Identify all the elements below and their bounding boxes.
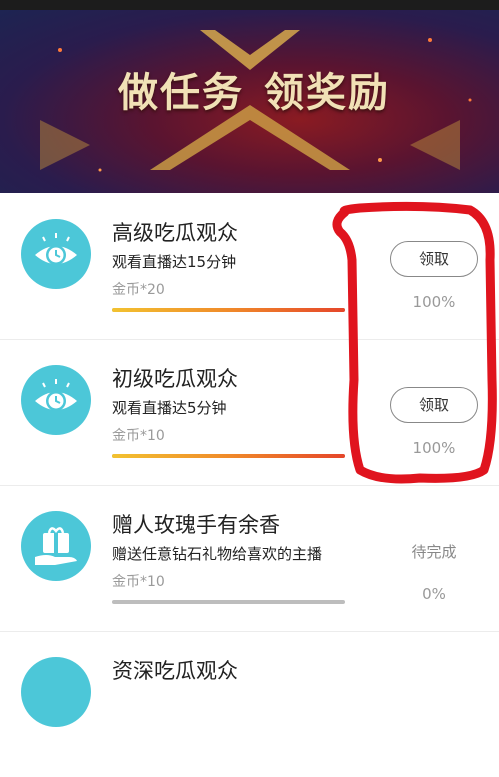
task-title: 高级吃瓜观众 xyxy=(112,221,238,245)
task-item-junior-viewer: 初级吃瓜观众 观看直播达5分钟 金币*10 领取 100% xyxy=(0,339,499,486)
task-progress-percent: 100% xyxy=(412,439,456,457)
task-description: 观看直播达5分钟 xyxy=(112,399,227,417)
task-progress-bar xyxy=(112,454,345,458)
task-title: 资深吃瓜观众 xyxy=(112,659,238,683)
task-title: 初级吃瓜观众 xyxy=(112,367,238,391)
task-icon xyxy=(21,219,91,289)
task-title: 赠人玫瑰手有余香 xyxy=(112,513,280,537)
task-description: 观看直播达15分钟 xyxy=(112,253,237,271)
status-bar xyxy=(0,0,499,10)
gift-hand-icon xyxy=(35,527,77,565)
task-progress-percent: 0% xyxy=(422,585,446,603)
banner-title: 做任务 领奖励 xyxy=(118,60,410,118)
task-item-veteran-viewer: 资深吃瓜观众 xyxy=(0,631,499,777)
task-reward: 金币*20 xyxy=(112,282,165,298)
claim-button[interactable]: 领取 xyxy=(390,387,478,423)
task-item-senior-viewer: 高级吃瓜观众 观看直播达15分钟 金币*20 领取 100% xyxy=(0,193,499,340)
task-reward: 金币*10 xyxy=(112,428,165,444)
task-progress-fill xyxy=(112,308,345,312)
task-description: 赠送任意钻石礼物给喜欢的主播 xyxy=(112,545,323,563)
task-banner: 做任务 领奖励 xyxy=(0,10,499,193)
task-item-send-gift: 赠人玫瑰手有余香 赠送任意钻石礼物给喜欢的主播 金币*10 待完成 0% xyxy=(0,485,499,632)
task-progress-bar xyxy=(112,600,345,604)
banner-title-part1: 做任务 xyxy=(118,69,244,116)
banner-title-part2: 领奖励 xyxy=(264,69,390,116)
claim-button[interactable]: 领取 xyxy=(390,241,478,277)
task-progress-percent: 100% xyxy=(412,293,456,311)
eye-clock-icon xyxy=(35,379,77,411)
task-progress-bar xyxy=(112,308,345,312)
task-reward: 金币*10 xyxy=(112,574,165,590)
task-icon xyxy=(21,657,91,727)
eye-clock-icon xyxy=(35,233,77,265)
task-icon xyxy=(21,511,91,581)
task-progress-fill xyxy=(112,454,345,458)
task-status-pending: 待完成 xyxy=(411,543,457,561)
task-icon xyxy=(21,365,91,435)
